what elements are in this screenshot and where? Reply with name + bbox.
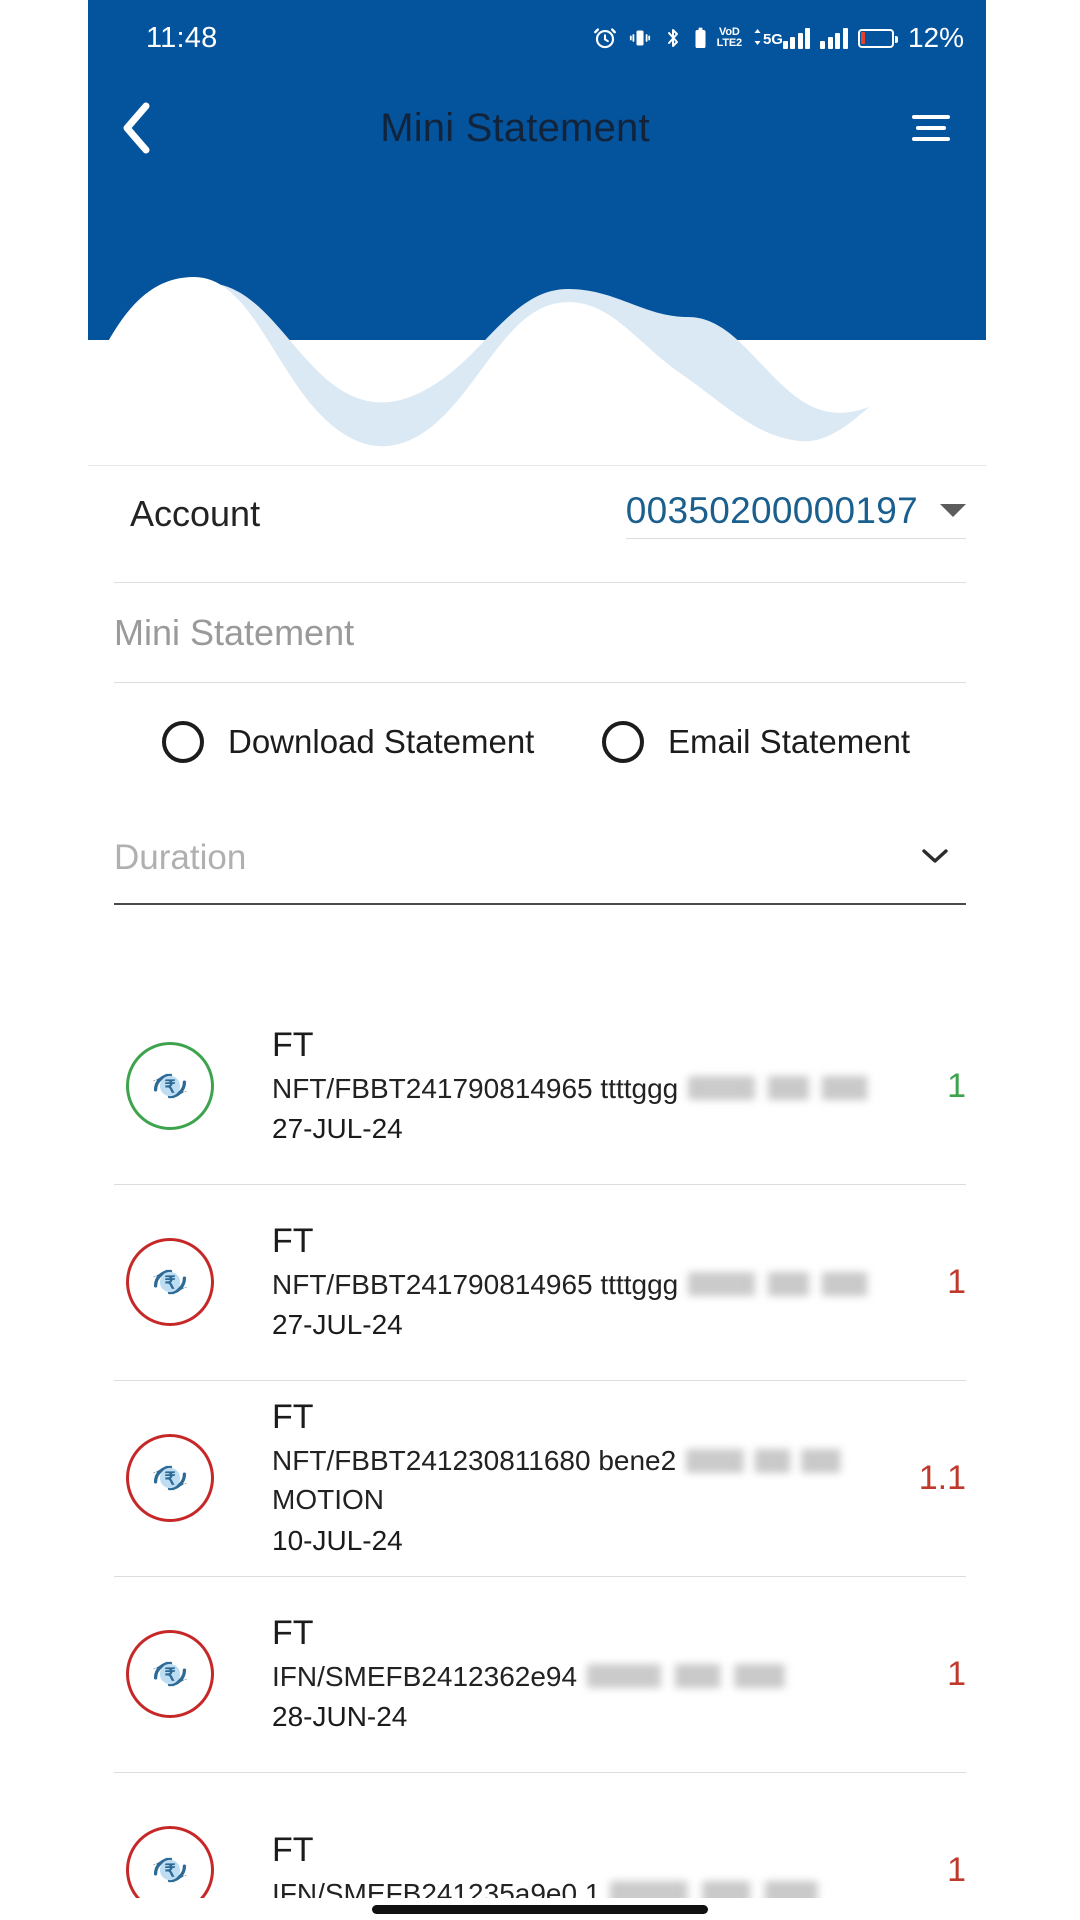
radio-download-statement-label: Download Statement [228,723,535,760]
transaction-reference: NFT/FBBT241230811680 bene2 [272,1441,886,1481]
transaction-type-icon: ₹ [126,1042,214,1130]
statement-form: Account 00350200000197 Download Statemen… [0,466,1080,905]
svg-text:₹: ₹ [164,1861,175,1881]
right-gutter [986,0,1080,465]
transaction-date: 27-JUL-24 [272,1309,403,1341]
transaction-type-label: FT [272,1613,314,1652]
radio-circle-icon[interactable] [602,721,644,763]
transaction-details: FT NFT/FBBT241230811680 bene2 MOTION 10-… [214,1394,906,1562]
mini-statement-screen: 11:48 VoD LTE2 5G 12% Mini Statement Acc… [0,0,1080,1920]
transaction-type-label: FT [272,1025,314,1064]
transaction-list: ₹ FT NFT/FBBT241790814965 ttttggg 27-JUL… [0,988,1080,1920]
transaction-date: 28-JUN-24 [272,1701,408,1733]
svg-text:₹: ₹ [164,1665,175,1685]
signal-5g-label: 5G [762,31,783,48]
title-bar: Mini Statement [88,76,986,180]
signal-5g-icon: 5G [752,27,811,49]
signal-bars-secondary-icon [820,27,848,49]
transaction-details: FT NFT/FBBT241790814965 ttttggg 27-JUL-2… [214,1218,906,1347]
hamburger-menu-icon [912,115,950,119]
hamburger-menu-button[interactable] [876,76,986,180]
volte-icon: VoD LTE2 [717,27,742,49]
transaction-reference-text: NFT/FBBT241230811680 bene2 [272,1444,677,1476]
radio-email-statement[interactable]: Email Statement [602,721,910,763]
transaction-row[interactable]: ₹ FT NFT/FBBT241230811680 bene2 MOTION 1… [14,1380,1066,1576]
radio-email-statement-label: Email Statement [668,723,911,760]
svg-text:₹: ₹ [164,1469,175,1489]
transaction-type-label: FT [272,1397,314,1436]
transaction-amount: 1 [947,1850,966,1889]
chevron-left-icon [123,102,150,154]
vibrate-icon [628,26,652,50]
volte-label-bottom: LTE2 [716,37,742,49]
transaction-row[interactable]: ₹ FT IFN/SMEFB2412362e94 28-JUN-24 1 [14,1576,1066,1772]
status-bar: 11:48 VoD LTE2 5G 12% [88,0,986,76]
transaction-type-label: FT [272,1830,314,1869]
system-nav-pill[interactable] [372,1905,708,1914]
transaction-amount: 1 [947,1066,966,1105]
account-dropdown[interactable]: 00350200000197 [625,489,966,539]
transaction-date: 27-JUL-24 [272,1113,403,1145]
statement-delivery-options: Download Statement Email Statement [114,683,966,801]
transaction-type-icon: ₹ [126,1434,214,1522]
chevron-down-icon [940,504,966,517]
transaction-amount: 1 [947,1654,966,1693]
rupee-transfer-icon: ₹ [153,1857,187,1883]
rupee-transfer-icon: ₹ [153,1465,187,1491]
bluetooth-icon [662,26,684,50]
transaction-reference-text: IFN/SMEFB2412362e94 [272,1660,578,1692]
status-bar-icons: VoD LTE2 5G 12% [592,22,964,54]
transaction-reference: NFT/FBBT241790814965 ttttggg [272,1265,905,1305]
page-title: Mini Statement [380,105,650,150]
rupee-transfer-icon: ₹ [153,1073,187,1099]
rupee-transfer-icon: ₹ [153,1661,187,1687]
svg-text:₹: ₹ [164,1077,175,1097]
radio-circle-icon[interactable] [162,721,204,763]
transaction-details: FT NFT/FBBT241790814965 ttttggg 27-JUL-2… [214,1022,906,1151]
account-selector-row[interactable]: Account 00350200000197 [130,466,966,562]
transaction-row[interactable]: ₹ FT NFT/FBBT241790814965 ttttggg 27-JUL… [14,988,1066,1184]
transaction-row[interactable]: ₹ FT NFT/FBBT241790814965 ttttggg 27-JUL… [14,1184,1066,1380]
transaction-type-label: FT [272,1221,314,1260]
radio-download-statement[interactable]: Download Statement [114,721,602,763]
transaction-reference: NFT/FBBT241790814965 ttttggg [272,1069,905,1109]
battery-percent-label: 12% [907,22,964,53]
battery-icon [857,28,898,48]
transaction-reference-text: NFT/FBBT241790814965 ttttggg [272,1268,679,1300]
transaction-type-icon: ₹ [126,1238,214,1326]
transaction-amount: 1.1 [918,1458,966,1497]
sim-battery-icon [694,27,707,49]
transaction-extra-line: MOTION [272,1484,384,1516]
transaction-date: 10-JUL-24 [272,1525,403,1557]
chevron-down-icon [920,846,950,871]
duration-placeholder-label: Duration [114,838,247,877]
transaction-masked-name [686,1448,873,1473]
transaction-type-icon: ₹ [126,1630,214,1718]
statement-type-field[interactable] [114,583,966,683]
rupee-transfer-icon: ₹ [153,1269,187,1295]
status-bar-clock: 11:48 [146,21,218,54]
transaction-reference: IFN/SMEFB2412362e94 [272,1657,886,1697]
alarm-icon [592,25,618,51]
account-number-value: 00350200000197 [625,489,918,531]
transaction-details: FT IFN/SMEFB2412362e94 28-JUN-24 [214,1610,906,1739]
svg-text:₹: ₹ [164,1273,175,1293]
left-gutter [0,0,88,465]
duration-dropdown[interactable]: Duration [114,813,966,905]
transaction-masked-name [688,1272,905,1297]
header-wave-decoration [88,255,986,465]
transaction-reference-text: NFT/FBBT241790814965 ttttggg [272,1072,679,1104]
statement-type-input[interactable] [114,611,966,654]
account-label: Account [130,493,261,534]
transaction-masked-name [587,1664,826,1689]
transaction-masked-name [688,1076,905,1101]
signal-bars-primary-icon [782,27,811,49]
transaction-amount: 1 [947,1262,966,1301]
